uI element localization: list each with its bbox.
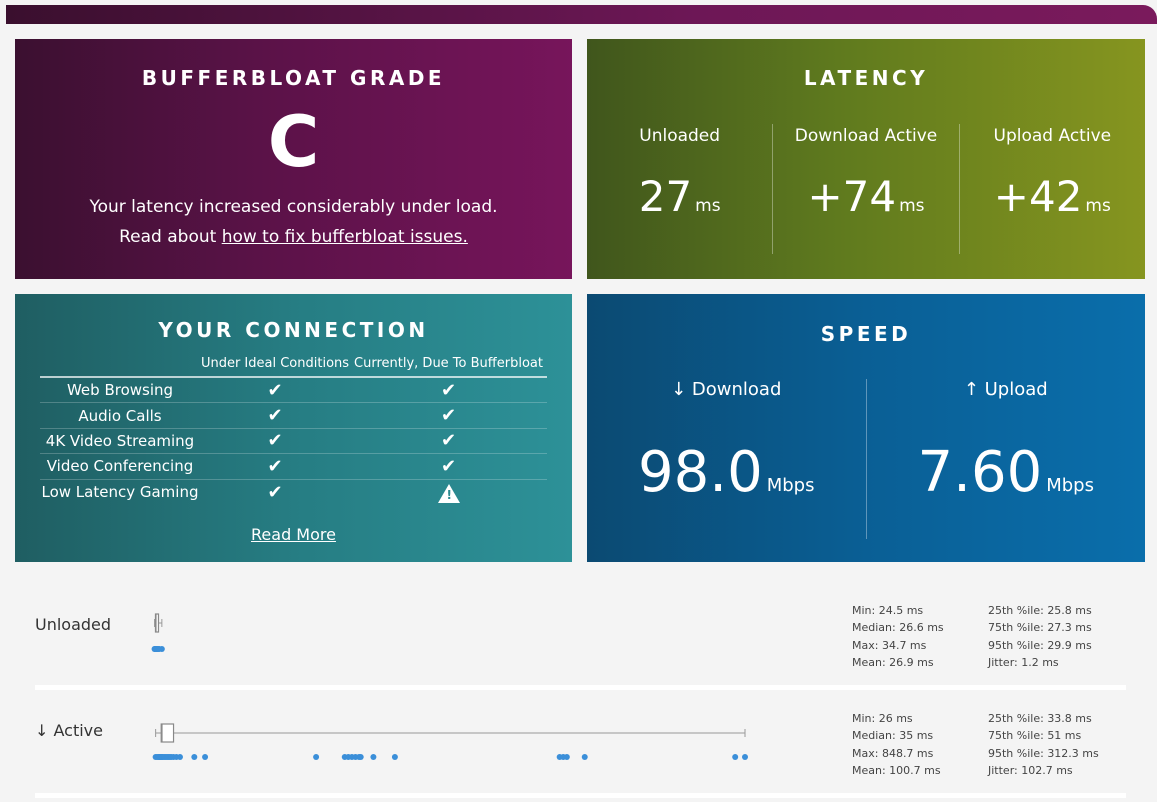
checkmark-icon: ✔ bbox=[440, 455, 457, 477]
unloaded-stats-left: Min: 24.5 ms Median: 26.6 ms Max: 34.7 m… bbox=[852, 602, 944, 671]
checkmark-icon: ✔ bbox=[267, 430, 283, 452]
data-point bbox=[391, 754, 398, 760]
data-point bbox=[202, 754, 209, 760]
upload-value: 7.60 bbox=[917, 440, 1043, 505]
connection-title: YOUR CONNECTION bbox=[158, 318, 429, 342]
upload-label: ↑ Upload bbox=[963, 379, 1048, 400]
speed-download: ↓ Download 98.0 Mbps bbox=[587, 379, 866, 539]
speed-title: SPEED bbox=[820, 322, 912, 346]
data-point bbox=[176, 754, 183, 760]
fix-bufferbloat-link[interactable]: how to fix bufferbloat issues. bbox=[222, 227, 468, 247]
connection-row: Audio Calls ✔ ✔ bbox=[40, 403, 547, 429]
speed-card: SPEED ↓ Download 98.0 Mbps ↑ Upload 7.60 M… bbox=[587, 294, 1145, 562]
data-point bbox=[742, 754, 748, 760]
stat-jitter: Jitter: 102.7 ms bbox=[988, 763, 1073, 777]
stat-25th: 25th %ile: 33.8 ms bbox=[988, 712, 1092, 725]
data-point bbox=[313, 754, 320, 760]
checkmark-icon: ✔ bbox=[267, 405, 283, 427]
iqr-box bbox=[160, 723, 175, 743]
active-detail-label: ↓ Active bbox=[35, 721, 103, 740]
active-stats-right: 25th %ile: 33.8 ms 75th %ile: 51 ms 95th… bbox=[988, 710, 1099, 779]
unloaded-stats-right: 25th %ile: 25.8 ms 75th %ile: 27.3 ms 95… bbox=[988, 602, 1092, 671]
grade-read-about: Read about how to fix bufferbloat issues… bbox=[15, 227, 572, 247]
data-point bbox=[357, 754, 364, 760]
stat-25th: 25th %ile: 25.8 ms bbox=[988, 604, 1092, 617]
checkmark-icon: ✔ bbox=[267, 481, 283, 503]
active-latency-plot bbox=[152, 723, 748, 760]
read-about-prefix: Read about bbox=[119, 227, 222, 247]
latency-label: Unloaded bbox=[639, 126, 721, 146]
stat-median: Median: 35 ms bbox=[852, 729, 934, 743]
stat-75th: 75th %ile: 27.3 ms bbox=[988, 621, 1092, 635]
latency-value: +74 bbox=[807, 172, 897, 221]
stat-jitter: Jitter: 1.2 ms bbox=[988, 655, 1059, 669]
col-ideal-header: Under Ideal Conditions bbox=[200, 356, 350, 371]
unloaded-detail-label: Unloaded bbox=[35, 615, 112, 634]
warning-icon: ! bbox=[350, 481, 547, 504]
latency-label: Download Active bbox=[794, 126, 938, 146]
data-point bbox=[191, 754, 198, 760]
connection-row-label: Audio Calls bbox=[78, 406, 162, 425]
stat-max: Max: 848.7 ms bbox=[852, 746, 934, 760]
connection-row: Low Latency Gaming ✔! bbox=[40, 480, 547, 505]
stat-median: Median: 26.6 ms bbox=[852, 621, 944, 635]
data-point bbox=[732, 754, 739, 760]
checkmark-icon: ✔ bbox=[440, 405, 457, 427]
grade-title: BUFFERBLOAT GRADE bbox=[141, 66, 446, 90]
checkmark-icon: ✔ bbox=[440, 430, 457, 452]
read-more-link[interactable]: Read More bbox=[251, 525, 336, 544]
connection-row-label: Web Browsing bbox=[66, 381, 174, 400]
latency-upload-active: Upload Active +42 ms bbox=[958, 124, 1145, 254]
connection-row: 4K Video Streaming ✔ ✔ bbox=[40, 429, 547, 455]
latency-unit: ms bbox=[1085, 196, 1111, 216]
latency-unit: ms bbox=[695, 196, 721, 216]
data-point bbox=[581, 754, 588, 760]
connection-row: Video Conferencing ✔ ✔ bbox=[40, 454, 547, 480]
stat-95th: 95th %ile: 312.3 ms bbox=[988, 746, 1099, 760]
stat-min: Min: 24.5 ms bbox=[852, 604, 924, 617]
grade-letter: C bbox=[267, 101, 320, 183]
download-value: 98.0 bbox=[638, 440, 763, 505]
stat-75th: 75th %ile: 51 ms bbox=[988, 729, 1082, 743]
upload-unit: Mbps bbox=[1046, 475, 1094, 496]
latency-card: LATENCY Unloaded 27 ms Download Active +7… bbox=[587, 39, 1145, 279]
data-point bbox=[370, 754, 377, 760]
latency-unit: ms bbox=[899, 196, 925, 216]
top-header-bar bbox=[6, 5, 1157, 24]
stat-mean: Mean: 26.9 ms bbox=[852, 655, 934, 669]
col-current-header: Currently, Due To Bufferbloat bbox=[354, 356, 543, 371]
stat-mean: Mean: 100.7 ms bbox=[852, 763, 941, 777]
checkmark-icon: ✔ bbox=[440, 379, 457, 401]
checkmark-icon: ✔ bbox=[267, 455, 283, 477]
data-point bbox=[158, 646, 165, 652]
stat-max: Max: 34.7 ms bbox=[852, 638, 927, 652]
unloaded-latency-plot bbox=[151, 613, 165, 652]
latency-value: 27 bbox=[638, 172, 693, 221]
section-divider bbox=[35, 793, 1126, 798]
connection-row-label: 4K Video Streaming bbox=[45, 431, 195, 450]
connection-table-header: Under Ideal Conditions Currently, Due To… bbox=[40, 356, 547, 378]
connection-row-label: Video Conferencing bbox=[46, 457, 194, 476]
connection-row-label: Low Latency Gaming bbox=[41, 483, 199, 502]
connection-table: Under Ideal Conditions Currently, Due To… bbox=[40, 356, 547, 505]
latency-unloaded: Unloaded 27 ms bbox=[587, 124, 772, 254]
download-unit: Mbps bbox=[766, 475, 815, 496]
data-point bbox=[563, 754, 570, 760]
section-divider bbox=[35, 685, 1126, 690]
stat-min: Min: 26 ms bbox=[852, 712, 913, 725]
latency-label: Upload Active bbox=[993, 126, 1112, 146]
latency-download-active: Download Active +74 ms bbox=[772, 124, 958, 254]
speed-upload: ↑ Upload 7.60 Mbps bbox=[865, 379, 1146, 539]
checkmark-icon: ✔ bbox=[267, 379, 283, 401]
grade-message: Your latency increased considerably unde… bbox=[89, 197, 498, 217]
latency-value: +42 bbox=[993, 172, 1083, 221]
stat-95th: 95th %ile: 29.9 ms bbox=[988, 638, 1092, 652]
active-stats-left: Min: 26 ms Median: 35 ms Max: 848.7 ms M… bbox=[852, 710, 941, 779]
connection-row: Web Browsing ✔ ✔ bbox=[40, 378, 547, 404]
download-label: ↓ Download bbox=[671, 379, 782, 400]
bufferbloat-grade-card: BUFFERBLOAT GRADE C Your latency increas… bbox=[15, 39, 572, 279]
your-connection-card: YOUR CONNECTION Under Ideal Conditions C… bbox=[15, 294, 572, 562]
latency-title: LATENCY bbox=[803, 66, 929, 90]
